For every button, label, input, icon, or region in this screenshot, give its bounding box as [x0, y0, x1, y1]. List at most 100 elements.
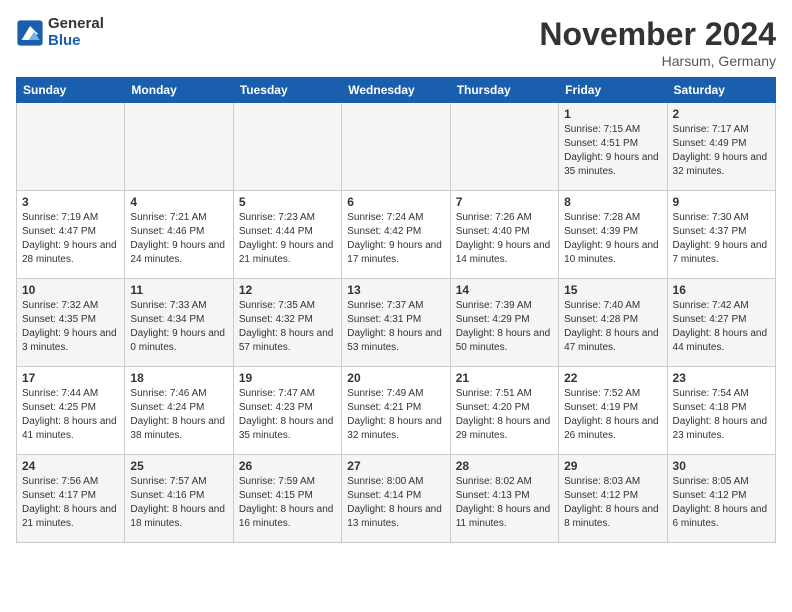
day-info: Sunrise: 7:17 AM Sunset: 4:49 PM Dayligh… — [673, 123, 770, 179]
day-number: 15 — [564, 283, 661, 297]
calendar-cell: 28 Sunrise: 8:02 AM Sunset: 4:13 PM Dayli… — [450, 455, 558, 543]
day-info: Sunrise: 7:23 AM Sunset: 4:44 PM Dayligh… — [239, 211, 336, 267]
day-info: Sunrise: 7:46 AM Sunset: 4:24 PM Dayligh… — [130, 387, 227, 443]
calendar-cell: 8Sunrise: 7:28 AM Sunset: 4:39 PM Daylig… — [559, 191, 667, 279]
day-info: Sunrise: 7:30 AM Sunset: 4:37 PM Dayligh… — [673, 211, 770, 267]
calendar-cell: 4 Sunrise: 7:21 AM Sunset: 4:46 PM Daylig… — [125, 191, 233, 279]
calendar-cell: 6Sunrise: 7:24 AM Sunset: 4:42 PM Daylig… — [342, 191, 450, 279]
day-number: 30 — [673, 459, 770, 473]
day-info: Sunrise: 7:35 AM Sunset: 4:32 PM Dayligh… — [239, 299, 336, 355]
logo-general: General — [48, 16, 104, 33]
calendar-cell: 12Sunrise: 7:35 AM Sunset: 4:32 PM Dayli… — [233, 279, 341, 367]
calendar-cell: 14Sunrise: 7:39 AM Sunset: 4:29 PM Dayli… — [450, 279, 558, 367]
day-info: Sunrise: 7:47 AM Sunset: 4:23 PM Dayligh… — [239, 387, 336, 443]
calendar-cell: 21 Sunrise: 7:51 AM Sunset: 4:20 PM Dayli… — [450, 367, 558, 455]
title-area: November 2024 Harsum, Germany — [539, 16, 776, 69]
day-number: 22 — [564, 371, 661, 385]
day-info: Sunrise: 7:59 AM Sunset: 4:15 PM Dayligh… — [239, 475, 336, 531]
day-number: 17 — [22, 371, 119, 385]
day-number: 28 — [456, 459, 553, 473]
day-info: Sunrise: 7:26 AM Sunset: 4:40 PM Dayligh… — [456, 211, 553, 267]
calendar-cell: 3 Sunrise: 7:19 AM Sunset: 4:47 PM Daylig… — [17, 191, 125, 279]
day-number: 19 — [239, 371, 336, 385]
header-wednesday: Wednesday — [342, 78, 450, 103]
day-number: 2 — [673, 107, 770, 121]
calendar-cell: 24 Sunrise: 7:56 AM Sunset: 4:17 PM Dayli… — [17, 455, 125, 543]
day-number: 7 — [456, 195, 553, 209]
day-info: Sunrise: 7:32 AM Sunset: 4:35 PM Dayligh… — [22, 299, 119, 355]
calendar-cell — [233, 103, 341, 191]
logo-icon — [16, 19, 44, 47]
day-number: 25 — [130, 459, 227, 473]
day-info: Sunrise: 7:52 AM Sunset: 4:19 PM Dayligh… — [564, 387, 661, 443]
logo-blue: Blue — [48, 33, 104, 50]
day-info: Sunrise: 7:39 AM Sunset: 4:29 PM Dayligh… — [456, 299, 553, 355]
day-number: 21 — [456, 371, 553, 385]
header-monday: Monday — [125, 78, 233, 103]
header: General Blue November 2024 Harsum, Germa… — [16, 16, 776, 69]
day-info: Sunrise: 7:44 AM Sunset: 4:25 PM Dayligh… — [22, 387, 119, 443]
calendar-cell: 7 Sunrise: 7:26 AM Sunset: 4:40 PM Daylig… — [450, 191, 558, 279]
day-info: Sunrise: 7:21 AM Sunset: 4:46 PM Dayligh… — [130, 211, 227, 267]
week-row: 24 Sunrise: 7:56 AM Sunset: 4:17 PM Dayli… — [17, 455, 776, 543]
day-number: 11 — [130, 283, 227, 297]
calendar-cell: 17 Sunrise: 7:44 AM Sunset: 4:25 PM Dayli… — [17, 367, 125, 455]
day-number: 16 — [673, 283, 770, 297]
week-row: 10Sunrise: 7:32 AM Sunset: 4:35 PM Dayli… — [17, 279, 776, 367]
calendar-cell: 16Sunrise: 7:42 AM Sunset: 4:27 PM Dayli… — [667, 279, 775, 367]
day-info: Sunrise: 7:57 AM Sunset: 4:16 PM Dayligh… — [130, 475, 227, 531]
day-info: Sunrise: 7:56 AM Sunset: 4:17 PM Dayligh… — [22, 475, 119, 531]
day-number: 27 — [347, 459, 444, 473]
day-info: Sunrise: 7:33 AM Sunset: 4:34 PM Dayligh… — [130, 299, 227, 355]
day-number: 9 — [673, 195, 770, 209]
calendar-cell: 19 Sunrise: 7:47 AM Sunset: 4:23 PM Dayli… — [233, 367, 341, 455]
calendar-cell: 29Sunrise: 8:03 AM Sunset: 4:12 PM Dayli… — [559, 455, 667, 543]
day-info: Sunrise: 7:51 AM Sunset: 4:20 PM Dayligh… — [456, 387, 553, 443]
day-number: 4 — [130, 195, 227, 209]
logo: General Blue — [16, 16, 104, 49]
calendar-cell: 10Sunrise: 7:32 AM Sunset: 4:35 PM Dayli… — [17, 279, 125, 367]
header-tuesday: Tuesday — [233, 78, 341, 103]
calendar-cell — [17, 103, 125, 191]
calendar-cell: 27Sunrise: 8:00 AM Sunset: 4:14 PM Dayli… — [342, 455, 450, 543]
day-number: 26 — [239, 459, 336, 473]
calendar-cell: 9 Sunrise: 7:30 AM Sunset: 4:37 PM Daylig… — [667, 191, 775, 279]
calendar-cell — [342, 103, 450, 191]
calendar-cell: 11 Sunrise: 7:33 AM Sunset: 4:34 PM Dayli… — [125, 279, 233, 367]
logo-text: General Blue — [48, 16, 104, 49]
day-info: Sunrise: 7:15 AM Sunset: 4:51 PM Dayligh… — [564, 123, 661, 179]
header-thursday: Thursday — [450, 78, 558, 103]
day-number: 3 — [22, 195, 119, 209]
header-saturday: Saturday — [667, 78, 775, 103]
day-info: Sunrise: 7:49 AM Sunset: 4:21 PM Dayligh… — [347, 387, 444, 443]
calendar-cell — [125, 103, 233, 191]
day-info: Sunrise: 7:37 AM Sunset: 4:31 PM Dayligh… — [347, 299, 444, 355]
day-number: 1 — [564, 107, 661, 121]
day-number: 24 — [22, 459, 119, 473]
calendar-cell: 20 Sunrise: 7:49 AM Sunset: 4:21 PM Dayli… — [342, 367, 450, 455]
day-info: Sunrise: 8:02 AM Sunset: 4:13 PM Dayligh… — [456, 475, 553, 531]
day-number: 20 — [347, 371, 444, 385]
header-row: SundayMondayTuesdayWednesdayThursdayFrid… — [17, 78, 776, 103]
day-number: 18 — [130, 371, 227, 385]
day-info: Sunrise: 8:05 AM Sunset: 4:12 PM Dayligh… — [673, 475, 770, 531]
day-number: 13 — [347, 283, 444, 297]
calendar-table: SundayMondayTuesdayWednesdayThursdayFrid… — [16, 77, 776, 543]
day-number: 5 — [239, 195, 336, 209]
day-number: 8 — [564, 195, 661, 209]
week-row: 17 Sunrise: 7:44 AM Sunset: 4:25 PM Dayli… — [17, 367, 776, 455]
calendar-cell: 15Sunrise: 7:40 AM Sunset: 4:28 PM Dayli… — [559, 279, 667, 367]
calendar-cell: 30 Sunrise: 8:05 AM Sunset: 4:12 PM Dayli… — [667, 455, 775, 543]
header-friday: Friday — [559, 78, 667, 103]
day-number: 6 — [347, 195, 444, 209]
calendar-cell: 22 Sunrise: 7:52 AM Sunset: 4:19 PM Dayli… — [559, 367, 667, 455]
header-sunday: Sunday — [17, 78, 125, 103]
week-row: 3 Sunrise: 7:19 AM Sunset: 4:47 PM Daylig… — [17, 191, 776, 279]
day-info: Sunrise: 8:03 AM Sunset: 4:12 PM Dayligh… — [564, 475, 661, 531]
calendar-cell: 5 Sunrise: 7:23 AM Sunset: 4:44 PM Daylig… — [233, 191, 341, 279]
calendar-cell: 1 Sunrise: 7:15 AM Sunset: 4:51 PM Daylig… — [559, 103, 667, 191]
week-row: 1 Sunrise: 7:15 AM Sunset: 4:51 PM Daylig… — [17, 103, 776, 191]
day-info: Sunrise: 7:19 AM Sunset: 4:47 PM Dayligh… — [22, 211, 119, 267]
month-title: November 2024 — [539, 16, 776, 53]
location-title: Harsum, Germany — [539, 53, 776, 69]
